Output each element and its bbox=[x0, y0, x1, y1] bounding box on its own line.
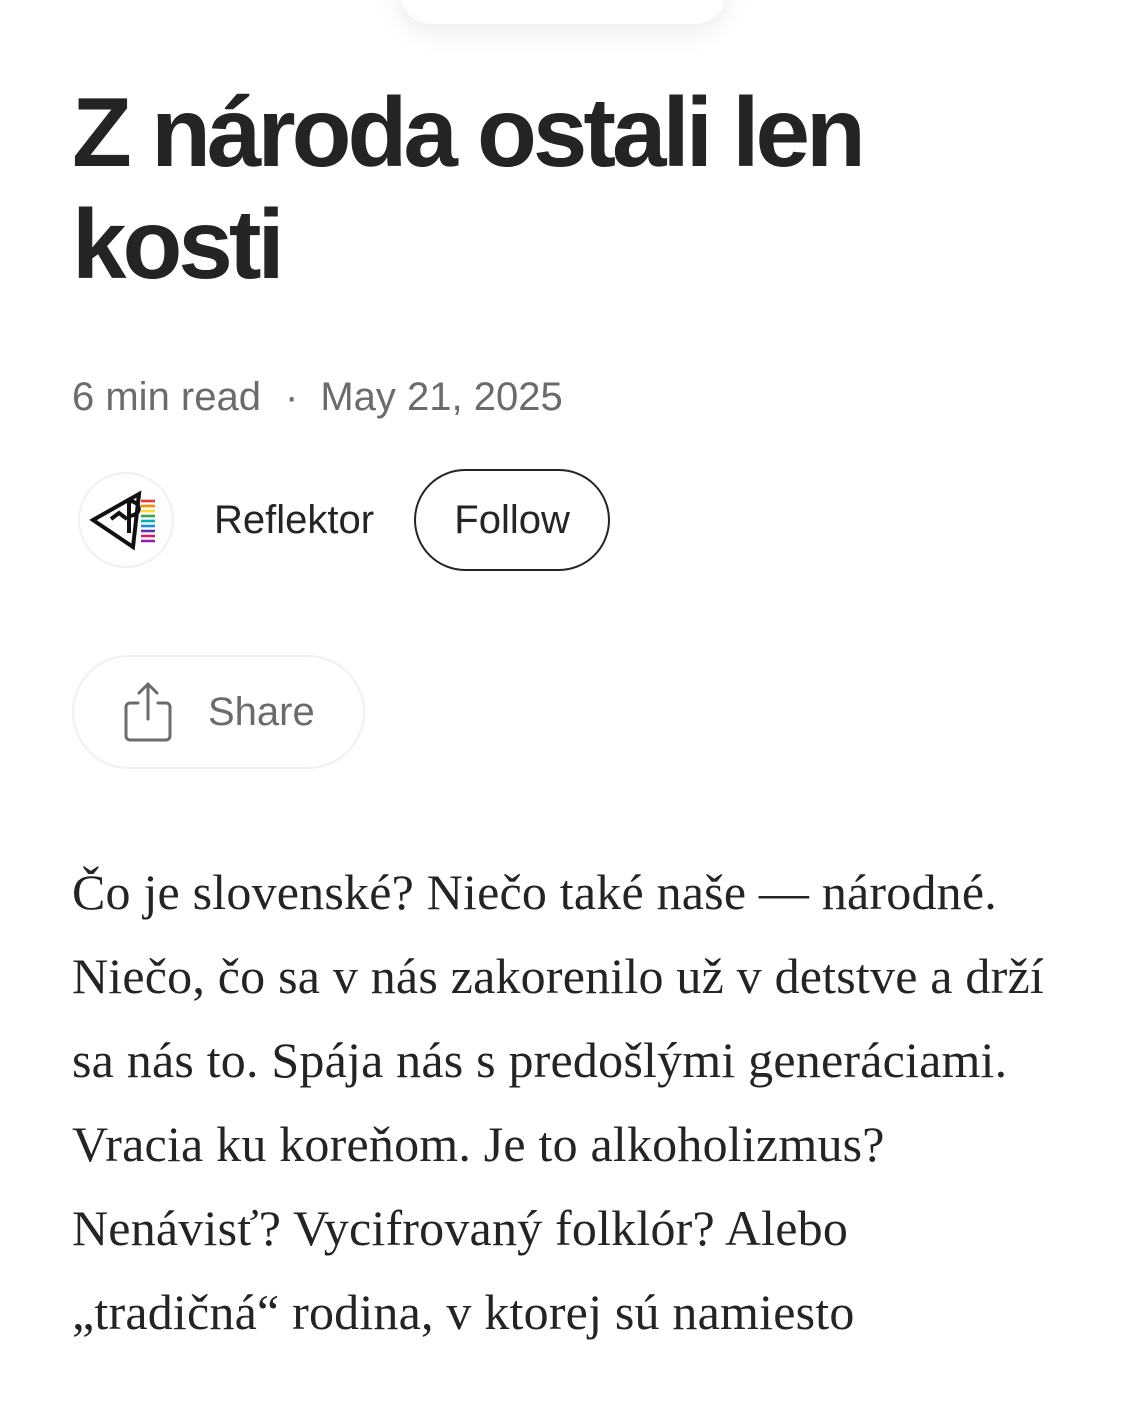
share-button[interactable]: Share bbox=[72, 655, 365, 769]
share-label: Share bbox=[208, 689, 315, 734]
meta-separator: · bbox=[284, 375, 299, 419]
article-meta: 6 min read · May 21, 2025 bbox=[72, 374, 563, 420]
author-name[interactable]: Reflektor bbox=[214, 498, 374, 543]
article-body: Čo je slovenské? Niečo také naše — národ… bbox=[72, 864, 1044, 1340]
follow-button[interactable]: Follow bbox=[414, 469, 611, 571]
reflektor-logo-icon bbox=[89, 490, 155, 551]
article-title: Z národa ostali len kosti bbox=[72, 77, 866, 299]
publish-date: May 21, 2025 bbox=[320, 375, 563, 419]
read-time: 6 min read bbox=[72, 375, 261, 419]
share-icon bbox=[122, 681, 174, 743]
avatar[interactable] bbox=[78, 472, 174, 568]
author-row: Reflektor Follow bbox=[72, 468, 611, 572]
top-floating-bar bbox=[400, 0, 726, 24]
